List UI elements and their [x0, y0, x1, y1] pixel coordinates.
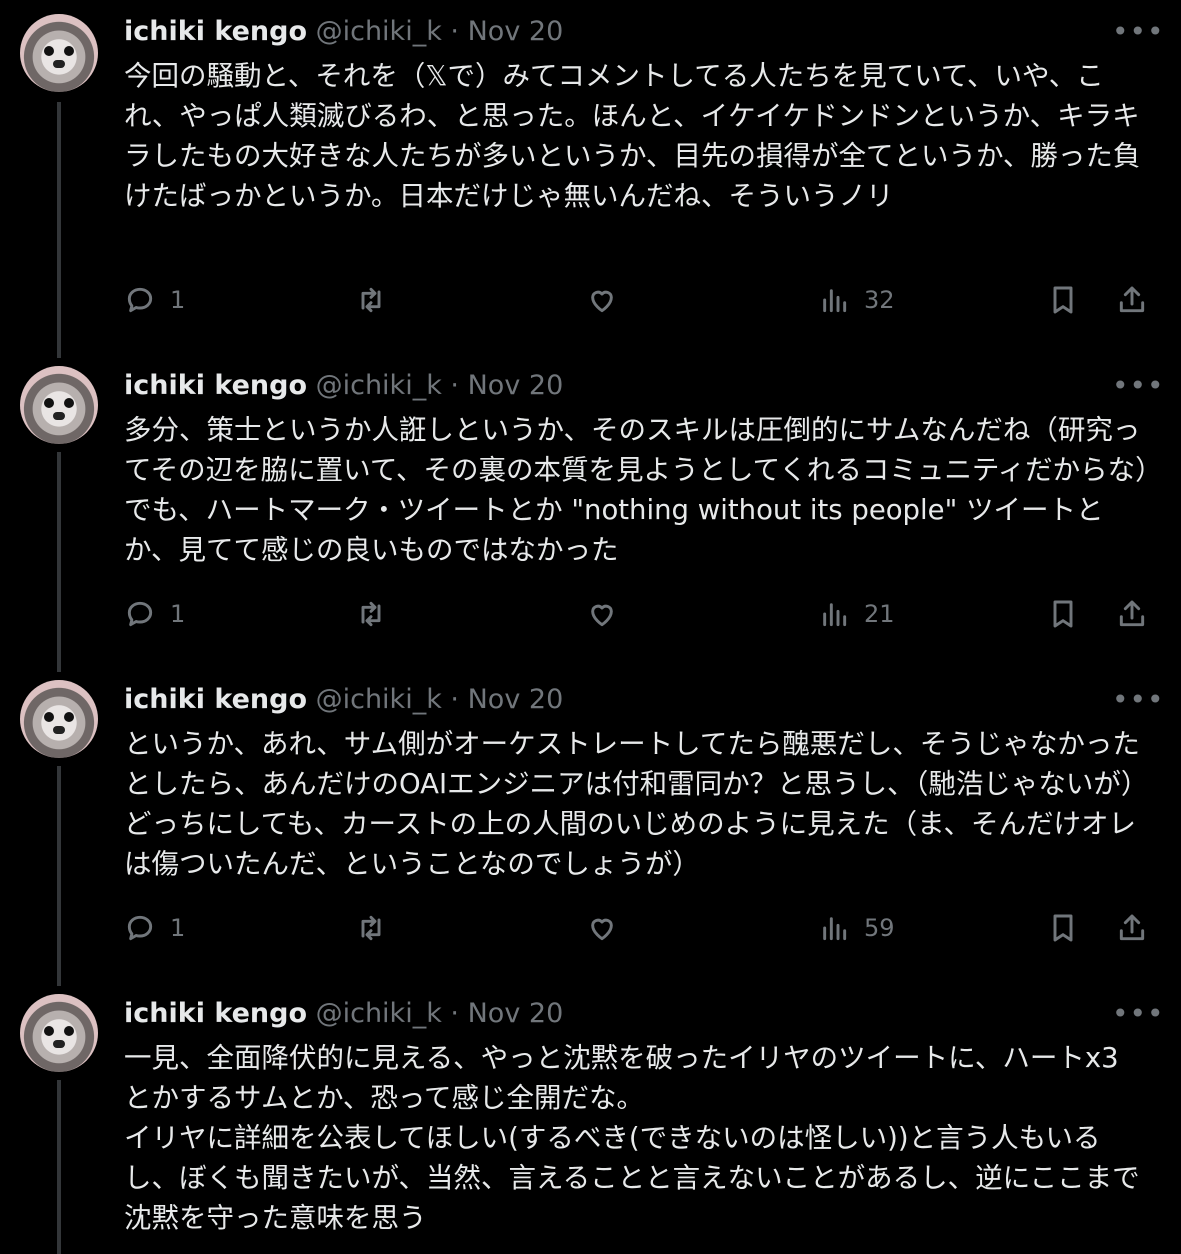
- handle[interactable]: @ichiki_k: [316, 998, 442, 1029]
- tweet-text: 一見、全面降伏的に見える、やっと沈黙を破ったイリヤのツイートに、ハートx3 とか…: [124, 1042, 1140, 1234]
- views-icon: [823, 289, 847, 313]
- handle[interactable]: @ichiki_k: [316, 370, 442, 401]
- share-button[interactable]: [1116, 594, 1148, 634]
- retweet-icon: [361, 601, 381, 627]
- avatar[interactable]: [20, 994, 98, 1072]
- reply-button[interactable]: 1: [124, 908, 185, 948]
- reply-count: 1: [170, 914, 186, 942]
- more-options-icon[interactable]: •••: [1112, 14, 1165, 50]
- reply-icon: [127, 601, 153, 627]
- bookmark-button[interactable]: [1047, 594, 1079, 634]
- tweet-header: ichiki kengo @ichiki_k · Nov 20: [124, 14, 563, 50]
- view-count: 32: [864, 286, 895, 314]
- like-button[interactable]: [586, 594, 618, 634]
- separator: ·: [450, 370, 460, 401]
- view-count: 59: [864, 914, 895, 942]
- more-options-icon[interactable]: •••: [1112, 368, 1165, 404]
- reply-icon: [127, 287, 153, 313]
- reply-button[interactable]: 1: [124, 280, 185, 320]
- reply-count: 1: [170, 286, 186, 314]
- views-icon: [823, 603, 847, 627]
- separator: ·: [450, 998, 460, 1029]
- tweet-header: ichiki kengo @ichiki_k · Nov 20: [124, 682, 563, 718]
- avatar[interactable]: [20, 680, 98, 758]
- tweet-actions: 1 32: [0, 280, 1181, 320]
- retweet-button[interactable]: [355, 908, 387, 948]
- separator: ·: [450, 16, 460, 47]
- retweet-icon: [361, 287, 381, 313]
- display-name[interactable]: ichiki kengo: [124, 998, 307, 1029]
- display-name[interactable]: ichiki kengo: [124, 16, 307, 47]
- like-button[interactable]: [586, 280, 618, 320]
- handle[interactable]: @ichiki_k: [316, 16, 442, 47]
- heart-icon: [591, 604, 613, 627]
- thread-line: [57, 1080, 61, 1254]
- tweet-actions: 1 21: [0, 594, 1181, 634]
- handle[interactable]: @ichiki_k: [316, 684, 442, 715]
- views-button[interactable]: 32: [818, 280, 895, 320]
- share-button[interactable]: [1116, 280, 1148, 320]
- tweet-header: ichiki kengo @ichiki_k · Nov 20: [124, 996, 563, 1032]
- share-icon: [1119, 914, 1145, 941]
- reply-count: 1: [170, 600, 186, 628]
- display-name[interactable]: ichiki kengo: [124, 370, 307, 401]
- more-options-icon[interactable]: •••: [1112, 682, 1165, 718]
- views-button[interactable]: 59: [818, 908, 895, 948]
- thread-line: [57, 452, 61, 672]
- avatar[interactable]: [20, 14, 98, 92]
- bookmark-button[interactable]: [1047, 908, 1079, 948]
- heart-icon: [591, 290, 613, 313]
- thread-line: [57, 766, 61, 986]
- bookmark-button[interactable]: [1047, 280, 1079, 320]
- view-count: 21: [864, 600, 895, 628]
- timestamp[interactable]: Nov 20: [468, 16, 564, 47]
- bookmark-icon: [1053, 600, 1073, 628]
- share-icon: [1119, 286, 1145, 313]
- tweet-actions: 1 59: [0, 908, 1181, 948]
- timestamp[interactable]: Nov 20: [468, 998, 564, 1029]
- tweet-text: 今回の騒動と、それを（𝕏で）みてコメントしてる人たちを見ていて、いや、これ、やっ…: [124, 60, 1141, 212]
- avatar[interactable]: [20, 366, 98, 444]
- share-button[interactable]: [1116, 908, 1148, 948]
- timestamp[interactable]: Nov 20: [468, 370, 564, 401]
- reply-icon: [127, 915, 153, 941]
- display-name[interactable]: ichiki kengo: [124, 684, 307, 715]
- retweet-icon: [361, 915, 381, 941]
- retweet-button[interactable]: [355, 594, 387, 634]
- timestamp[interactable]: Nov 20: [468, 684, 564, 715]
- tweet-text: というか、あれ、サム側がオーケストレートしてたら醜悪だし、そうじゃなかったとした…: [124, 728, 1149, 880]
- like-button[interactable]: [586, 908, 618, 948]
- bookmark-icon: [1053, 286, 1073, 314]
- views-button[interactable]: 21: [818, 594, 895, 634]
- share-icon: [1119, 600, 1145, 627]
- bookmark-icon: [1053, 914, 1073, 942]
- views-icon: [823, 917, 847, 941]
- retweet-button[interactable]: [355, 280, 387, 320]
- tweet-text: 多分、策士というか人誑しというか、そのスキルは圧倒的にサムなんだね（研究ってその…: [124, 414, 1149, 566]
- heart-icon: [591, 918, 613, 941]
- separator: ·: [450, 684, 460, 715]
- tweet-header: ichiki kengo @ichiki_k · Nov 20: [124, 368, 563, 404]
- reply-button[interactable]: 1: [124, 594, 185, 634]
- more-options-icon[interactable]: •••: [1112, 996, 1165, 1032]
